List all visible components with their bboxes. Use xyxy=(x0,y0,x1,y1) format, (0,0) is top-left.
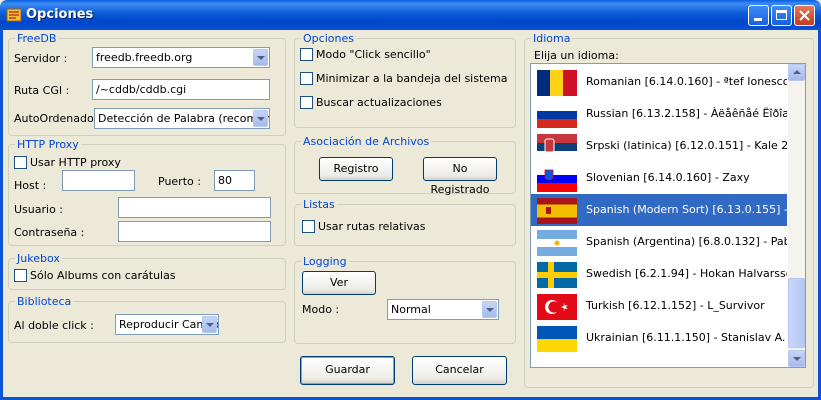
chevron-down-icon[interactable] xyxy=(482,301,497,318)
list-item[interactable]: Spanish (Modern Sort) [6.13.0.155] - Jos… xyxy=(531,194,787,226)
usuario-label: Usuario : xyxy=(14,203,64,216)
language-label: Swedish [6.2.1.94] - Hokan Halvarsson xyxy=(586,267,787,280)
contrasena-label: Contraseña : xyxy=(14,226,85,239)
modo-label: Modo : xyxy=(302,303,340,316)
list-item[interactable]: Russian [6.13.2.158] - Àëåêñåé Ëîðîæêèí xyxy=(531,98,787,130)
list-item[interactable]: Romanian [6.14.0.160] - ªtef Ionesco xyxy=(531,66,787,98)
elija-idioma-label: Elija un idioma: xyxy=(534,49,619,62)
language-label: Russian [6.13.2.158] - Àëåêñåé Ëîðîæêèí xyxy=(586,107,787,120)
turkey-flag-icon xyxy=(537,294,577,320)
autoordenado-combo[interactable]: Detección de Palabra (recomendado) xyxy=(94,108,270,129)
list-item[interactable]: Ukrainian [6.11.1.150] - Stanislav A. Ko… xyxy=(531,322,787,354)
servidor-combo[interactable]: freedb.freedb.org xyxy=(92,47,270,68)
ukraine-flag-icon xyxy=(537,326,577,352)
title-bar[interactable]: Opciones xyxy=(0,0,821,30)
ver-button[interactable]: Ver xyxy=(302,271,376,295)
cancelar-button[interactable]: Cancelar xyxy=(412,356,507,385)
chevron-down-icon[interactable] xyxy=(253,49,268,66)
buscar-actualizaciones-label: Buscar actualizaciones xyxy=(316,96,442,109)
chevron-down-icon[interactable] xyxy=(202,316,217,333)
minimize-button[interactable] xyxy=(748,5,769,26)
language-label: Spanish (Modern Sort) [6.13.0.155] - Jos… xyxy=(586,203,787,216)
sweden-flag-icon xyxy=(537,262,577,288)
list-item[interactable]: Spanish (Argentina) [6.8.0.132] - Pablo … xyxy=(531,226,787,258)
minimize-icon xyxy=(754,18,762,21)
host-input[interactable] xyxy=(62,170,135,191)
autoordenado-value: Detección de Palabra (recomendado) xyxy=(98,112,269,125)
contrasena-input[interactable] xyxy=(118,221,271,242)
usuario-input[interactable] xyxy=(118,197,271,218)
serbia-flag-icon xyxy=(537,134,577,160)
asociacion-legend: Asociación de Archivos xyxy=(301,135,432,148)
logging-legend: Logging xyxy=(301,255,349,268)
language-list[interactable]: Romanian [6.14.0.160] - ªtef Ionesco Rus… xyxy=(530,63,806,368)
modo-click-checkbox[interactable] xyxy=(300,48,313,61)
romania-flag-icon xyxy=(537,70,577,96)
language-label: Srpski (latinica) [6.12.0.151] - Kale 2 xyxy=(586,139,787,152)
servidor-label: Servidor : xyxy=(14,52,68,65)
jukebox-legend: Jukebox xyxy=(15,252,62,265)
language-label: Turkish [6.12.1.152] - L_Survivor xyxy=(586,299,765,312)
freedb-legend: FreeDB xyxy=(15,32,59,45)
language-label: Spanish (Argentina) [6.8.0.132] - Pablo … xyxy=(586,235,787,248)
modo-value: Normal xyxy=(391,303,431,316)
usar-proxy-label: Usar HTTP proxy xyxy=(30,156,121,169)
servidor-value: freedb.freedb.org xyxy=(96,51,193,64)
maximize-icon xyxy=(776,10,787,20)
language-list-scrollbar[interactable] xyxy=(788,64,805,367)
chevron-down-icon[interactable] xyxy=(253,110,268,127)
biblioteca-legend: Biblioteca xyxy=(15,295,74,308)
language-label: Slovenian [6.14.0.160] - Zaxy xyxy=(586,171,750,184)
minimizar-checkbox[interactable] xyxy=(300,72,313,85)
language-label: Romanian [6.14.0.160] - ªtef Ionesco xyxy=(586,75,787,88)
list-item[interactable]: Turkish [6.12.1.152] - L_Survivor xyxy=(531,290,787,322)
doble-click-combo[interactable]: Reproducir Canción xyxy=(115,314,219,335)
buscar-actualizaciones-checkbox[interactable] xyxy=(300,96,313,109)
puerto-label: Puerto : xyxy=(158,175,201,188)
argentina-flag-icon xyxy=(537,230,577,256)
rutas-relativas-checkbox[interactable] xyxy=(302,220,315,233)
slovenia-flag-icon xyxy=(537,166,577,192)
no-registrado-button[interactable]: No Registrado xyxy=(423,157,497,196)
list-item[interactable]: Srpski (latinica) [6.12.0.151] - Kale 2 xyxy=(531,130,787,162)
list-item[interactable]: Slovenian [6.14.0.160] - Zaxy xyxy=(531,162,787,194)
minimizar-label: Minimizar a la bandeja del sistema xyxy=(316,72,508,85)
maximize-button[interactable] xyxy=(771,5,792,26)
close-button[interactable] xyxy=(794,5,815,26)
http-proxy-legend: HTTP Proxy xyxy=(15,138,81,151)
scrollbar-thumb[interactable] xyxy=(788,278,805,348)
language-label: Ukrainian [6.11.1.150] - Stanislav A. Ko… xyxy=(586,331,787,344)
listas-legend: Listas xyxy=(301,198,337,211)
list-item[interactable]: Swedish [6.2.1.94] - Hokan Halvarsson xyxy=(531,258,787,290)
scroll-up-icon[interactable] xyxy=(788,64,805,81)
spain-flag-icon xyxy=(537,198,577,224)
doble-click-label: Al doble click : xyxy=(14,319,94,332)
puerto-input[interactable]: 80 xyxy=(214,170,255,191)
modo-click-label: Modo "Click sencillo" xyxy=(316,48,431,61)
russia-flag-icon xyxy=(537,102,577,128)
usar-proxy-checkbox[interactable] xyxy=(14,156,27,169)
modo-combo[interactable]: Normal xyxy=(387,299,499,320)
rutas-relativas-label: Usar rutas relativas xyxy=(318,220,426,233)
close-icon xyxy=(799,10,810,21)
ruta-cgi-label: Ruta CGI : xyxy=(14,84,70,97)
solo-albums-checkbox[interactable] xyxy=(14,269,27,282)
window-title: Opciones xyxy=(26,7,94,22)
solo-albums-label: Sólo Albums con carátulas xyxy=(30,269,176,282)
scroll-down-icon[interactable] xyxy=(788,350,805,367)
host-label: Host : xyxy=(14,179,47,192)
app-icon xyxy=(6,8,22,22)
opciones-legend: Opciones xyxy=(301,32,356,45)
registro-button[interactable]: Registro xyxy=(319,157,393,181)
autoordenado-label: AutoOrdenado : xyxy=(14,112,101,125)
ruta-cgi-input[interactable]: /~cddb/cddb.cgi xyxy=(92,79,270,100)
guardar-button[interactable]: Guardar xyxy=(300,356,395,385)
idioma-legend: Idioma xyxy=(531,32,573,45)
